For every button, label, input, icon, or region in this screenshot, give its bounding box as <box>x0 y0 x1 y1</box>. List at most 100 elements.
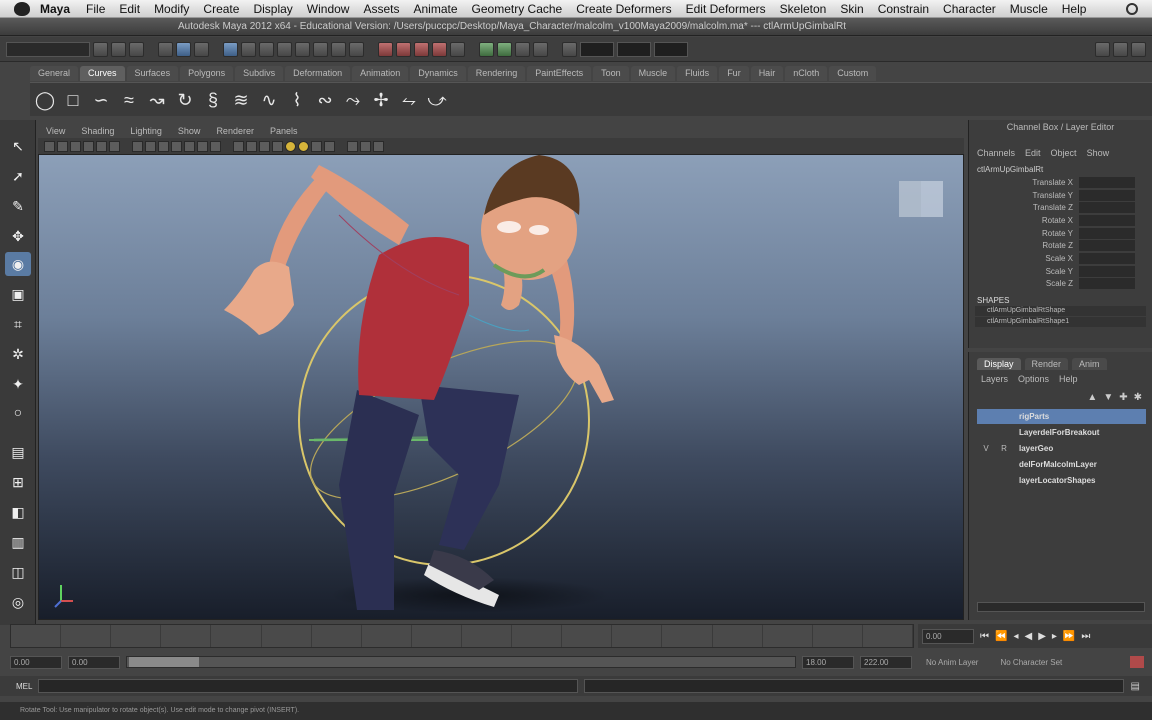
ik-handle-line[interactable] <box>468 314 530 332</box>
menu-file[interactable]: File <box>86 2 105 16</box>
last-tool-icon[interactable]: ○ <box>5 400 31 424</box>
safe-title-icon[interactable] <box>210 140 221 152</box>
menu-muscle[interactable]: Muscle <box>1010 2 1048 16</box>
range-bar[interactable] <box>126 656 796 668</box>
panel-menu-renderer[interactable]: Renderer <box>216 126 254 136</box>
square-curve-icon[interactable]: □ <box>62 89 84 111</box>
menu-set-dropdown[interactable] <box>6 41 90 57</box>
attr-rotate-y[interactable]: Rotate Y <box>969 227 1152 240</box>
xray-joints-icon[interactable] <box>324 140 335 152</box>
gate-mask-icon[interactable] <box>171 140 182 152</box>
offset-curve-icon[interactable]: § <box>202 89 224 111</box>
menu-skin[interactable]: Skin <box>840 2 863 16</box>
attr-value[interactable] <box>1079 240 1135 252</box>
hypershade-layout-icon[interactable]: ◫ <box>5 560 31 584</box>
shelf-tab-fluids[interactable]: Fluids <box>677 66 718 81</box>
time-slider[interactable] <box>10 624 914 648</box>
layer-row[interactable]: V R layerGeo <box>977 441 1146 456</box>
history-icon[interactable] <box>479 41 494 57</box>
layer-row[interactable]: delForMalcolmLayer <box>977 457 1146 472</box>
safe-action-icon[interactable] <box>197 140 208 152</box>
mask-joint-icon[interactable] <box>241 41 256 57</box>
circle-curve-icon[interactable]: ◯ <box>34 89 56 111</box>
snap-view-plane-icon[interactable] <box>432 41 447 57</box>
share-icon[interactable] <box>373 140 384 152</box>
anim-layer-label[interactable]: No Anim Layer <box>926 658 978 667</box>
shelf-tab-rendering[interactable]: Rendering <box>467 66 526 81</box>
go-to-end-icon[interactable]: ⏭ <box>1081 631 1090 642</box>
anim-start-field[interactable]: 0.00 <box>10 655 62 669</box>
shelf-tab-dynamics[interactable]: Dynamics <box>410 66 466 81</box>
new-layer-icon[interactable]: ✚ <box>1119 392 1127 403</box>
shelf-tab-surfaces[interactable]: Surfaces <box>126 66 179 81</box>
select-component-icon[interactable] <box>194 41 209 57</box>
fillet-curve-icon[interactable]: ⌇ <box>286 89 308 111</box>
shelf-tab-animation[interactable]: Animation <box>352 66 409 81</box>
ep-curve-icon[interactable]: ≈ <box>118 89 140 111</box>
detach-curve-icon[interactable]: ∿ <box>258 89 280 111</box>
channel-menu-channels[interactable]: Channels <box>977 146 1015 160</box>
playback-end-field[interactable]: 18.00 <box>802 655 854 669</box>
panel-menu-show[interactable]: Show <box>178 126 201 136</box>
selected-object-name[interactable]: ctlArmUpGimbalRt <box>969 164 1152 176</box>
attr-value[interactable] <box>1079 202 1135 214</box>
character-set-label[interactable]: No Character Set <box>1000 658 1062 667</box>
shelf-tab-muscle[interactable]: Muscle <box>630 66 676 81</box>
input-line-icon[interactable] <box>562 41 577 57</box>
shelf-tab-curves[interactable]: Curves <box>80 66 125 81</box>
step-back-key-icon[interactable]: ◂ <box>1013 631 1018 642</box>
bookmarks-icon[interactable] <box>70 140 81 152</box>
move-layer-down-icon[interactable]: ▼ <box>1103 392 1113 403</box>
shelf-tab-toon[interactable]: Toon <box>593 66 629 81</box>
smooth-curve-icon[interactable]: ⤻ <box>426 89 448 111</box>
menu-animate[interactable]: Animate <box>414 2 458 16</box>
attr-scale-x[interactable]: Scale X <box>969 252 1152 265</box>
reverse-curve-icon[interactable]: ⤳ <box>342 89 364 111</box>
attr-translate-y[interactable]: Translate Y <box>969 189 1152 202</box>
layer-tab-anim[interactable]: Anim <box>1072 358 1107 370</box>
select-camera-icon[interactable] <box>44 140 55 152</box>
menu-display[interactable]: Display <box>253 2 292 16</box>
film-gate-icon[interactable] <box>145 140 156 152</box>
mask-deform-icon[interactable] <box>295 41 310 57</box>
attr-rotate-z[interactable]: Rotate Z <box>969 239 1152 252</box>
shelf-tab-painteffects[interactable]: PaintEffects <box>527 66 592 81</box>
menu-modify[interactable]: Modify <box>154 2 189 16</box>
shelf-tab-custom[interactable]: Custom <box>829 66 877 81</box>
input-z-field[interactable] <box>654 41 688 57</box>
single-perspective-layout-icon[interactable]: ▤ <box>5 440 31 464</box>
current-time-field[interactable]: 0.00 <box>922 628 974 644</box>
view-cube-icon[interactable] <box>899 181 943 217</box>
lighting-icon[interactable] <box>285 140 296 152</box>
mask-dynamic-icon[interactable] <box>313 41 328 57</box>
layer-tab-display[interactable]: Display <box>977 358 1021 370</box>
layer-menu-layers[interactable]: Layers <box>981 372 1008 386</box>
menu-edit-deformers[interactable]: Edit Deformers <box>686 2 766 16</box>
layer-scrollbar[interactable] <box>977 602 1145 612</box>
play-backward-icon[interactable]: ◀ <box>1024 631 1032 642</box>
textured-icon[interactable] <box>272 140 283 152</box>
command-input[interactable] <box>38 679 579 693</box>
extend-curve-icon[interactable]: ⥊ <box>398 89 420 111</box>
snap-curve-icon[interactable] <box>396 41 411 57</box>
layer-row[interactable]: layerLocatorShapes <box>977 473 1146 488</box>
toggle-tool-settings-icon[interactable] <box>1113 41 1128 57</box>
select-object-icon[interactable] <box>176 41 191 57</box>
shape-item[interactable]: ctlArmUpGimbalRtShape <box>975 306 1146 317</box>
save-scene-icon[interactable] <box>129 41 144 57</box>
anim-end-field[interactable]: 222.00 <box>860 655 912 669</box>
move-layer-up-icon[interactable]: ▲ <box>1087 392 1097 403</box>
menu-window[interactable]: Window <box>307 2 350 16</box>
outliner-layout-icon[interactable]: ◎ <box>5 590 31 614</box>
auto-key-icon[interactable] <box>1130 656 1144 668</box>
channel-menu-show[interactable]: Show <box>1087 146 1110 160</box>
high-quality-icon[interactable] <box>360 140 371 152</box>
attr-value[interactable] <box>1079 227 1135 239</box>
apple-icon[interactable] <box>14 1 30 16</box>
step-back-icon[interactable]: ⏪ <box>995 631 1007 642</box>
resolution-gate-icon[interactable] <box>158 140 169 152</box>
attr-translate-z[interactable]: Translate Z <box>969 201 1152 214</box>
grid-icon[interactable] <box>132 140 143 152</box>
rotate-tool-icon[interactable]: ◉ <box>5 252 31 276</box>
menu-skeleton[interactable]: Skeleton <box>780 2 827 16</box>
